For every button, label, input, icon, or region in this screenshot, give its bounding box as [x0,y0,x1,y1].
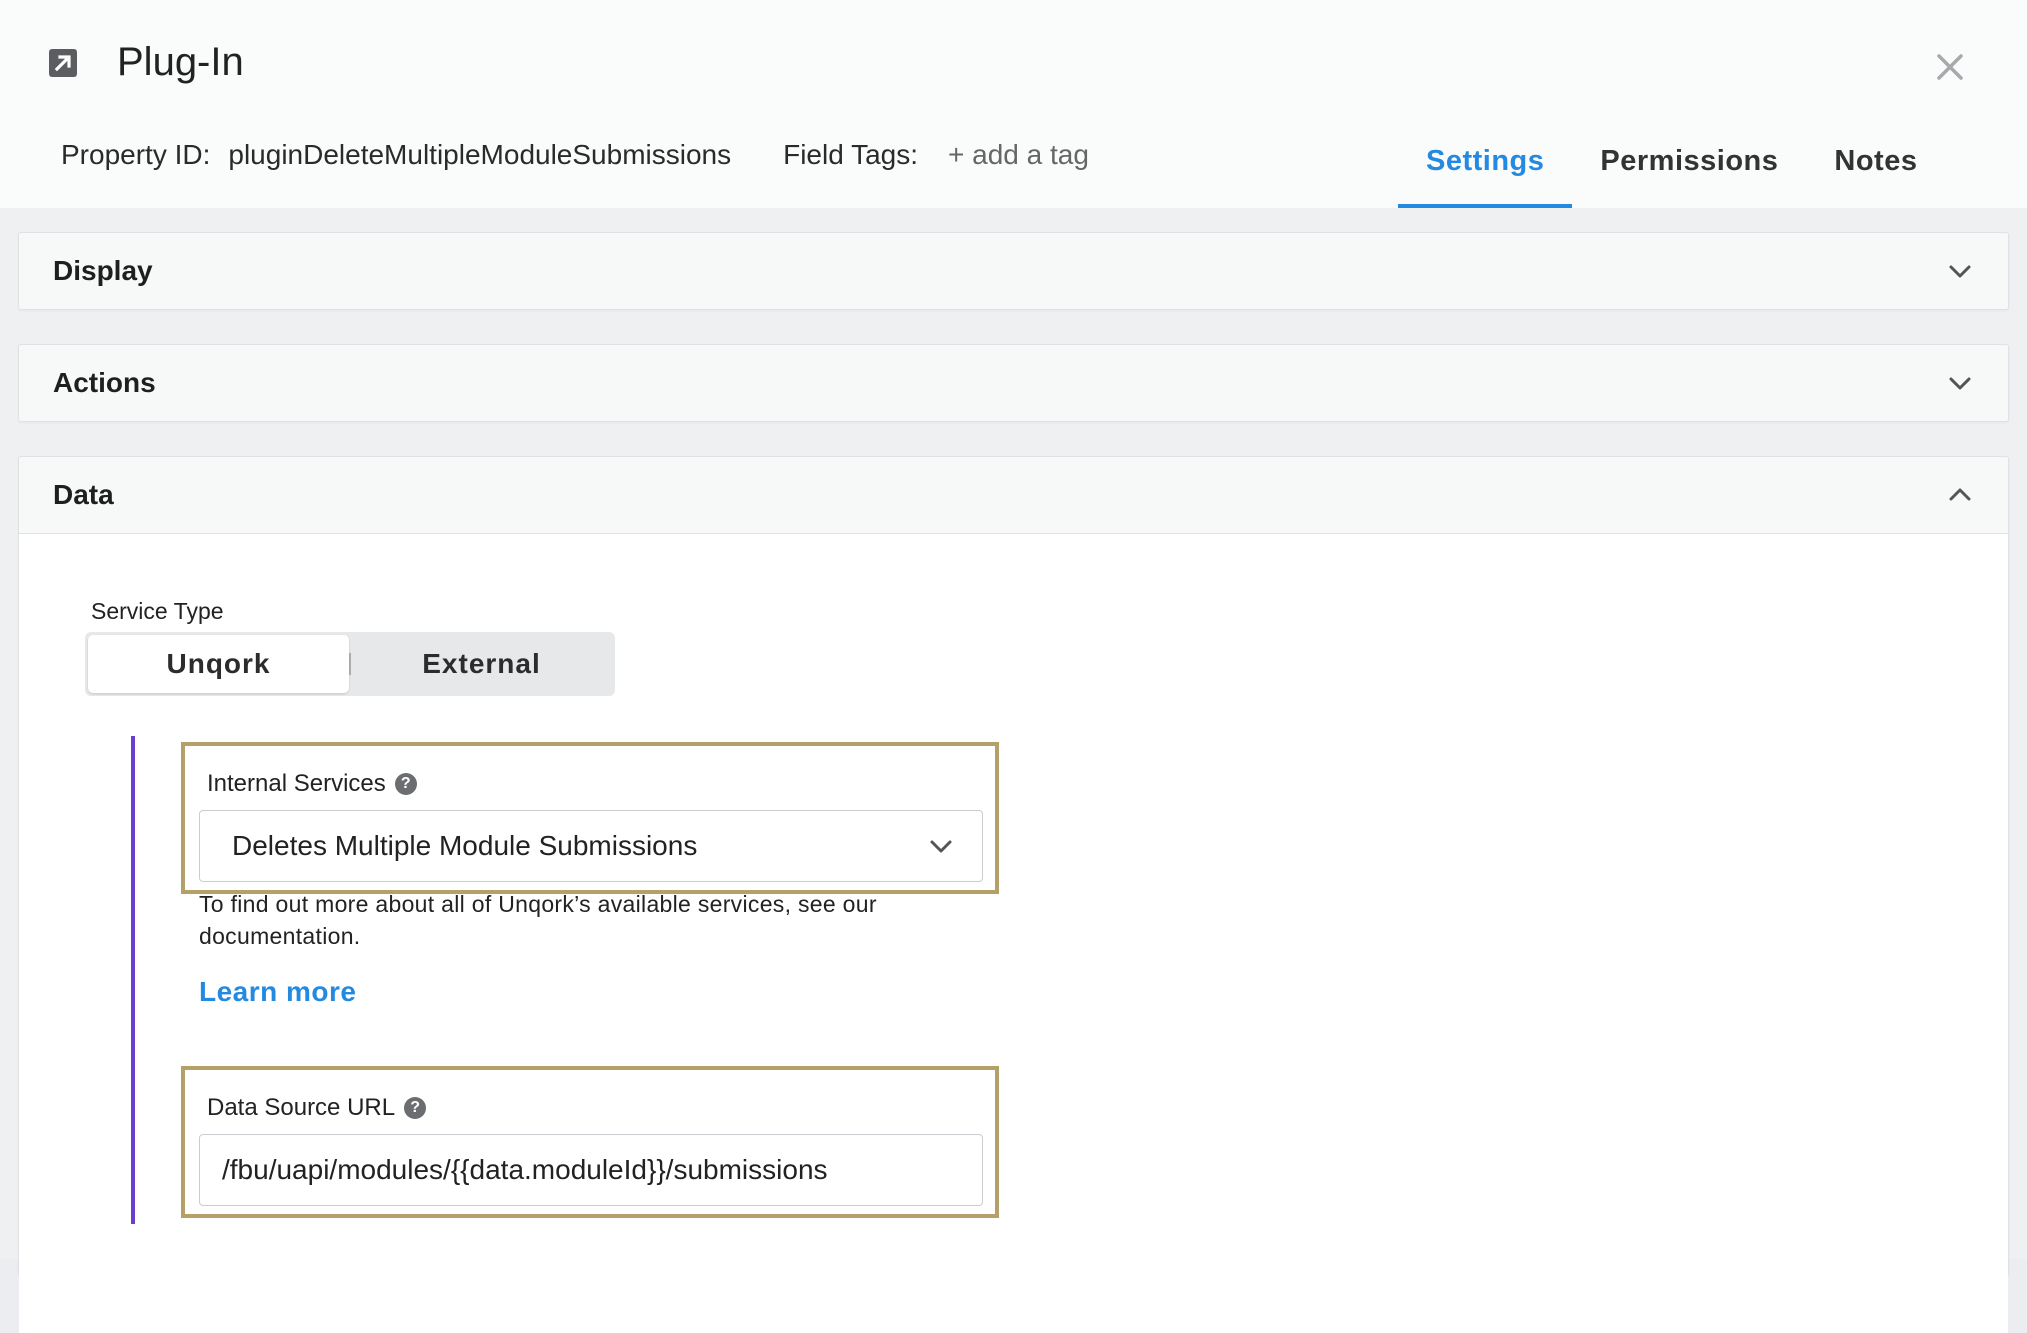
modal-tabs: Settings Permissions Notes [1398,120,1946,208]
chevron-down-icon [1949,265,1971,278]
data-source-url-field: Data Source URL ? [181,1066,999,1218]
internal-services-value: Deletes Multiple Module Submissions [232,830,698,861]
internal-services-label: Internal Services [207,770,386,797]
section-display-title: Display [53,255,153,286]
help-icon[interactable]: ? [394,773,417,795]
section-actions: Actions [18,344,2009,422]
section-data-header[interactable]: Data [19,457,2008,533]
internal-services-label-row: Internal Services ? [207,770,417,798]
internal-services-field: Internal Services ? Deletes Multiple Mod… [181,742,999,894]
add-tag-link[interactable]: + add a tag [948,139,1089,171]
data-source-url-label-row: Data Source URL ? [207,1094,427,1122]
field-tags-label: Field Tags: [783,139,918,170]
section-actions-title: Actions [53,367,156,398]
tab-settings[interactable]: Settings [1398,120,1573,208]
data-source-url-input[interactable] [199,1134,983,1206]
chevron-down-icon [930,840,952,853]
section-data: Data Service Type Unqork External Intern… [18,456,2009,1333]
service-type-unqork-button[interactable]: Unqork [88,635,349,693]
section-actions-header[interactable]: Actions [19,345,2008,421]
learn-more-link[interactable]: Learn more [199,976,357,1008]
section-display: Display [18,232,2009,310]
plugin-settings-modal: Plug-In Property ID: pluginDeleteMultipl… [0,0,2027,1333]
modal-header: Plug-In Property ID: pluginDeleteMultipl… [0,0,2027,208]
tab-permissions[interactable]: Permissions [1572,120,1807,208]
property-row: Property ID: pluginDeleteMultipleModuleS… [61,139,1089,171]
chevron-down-icon [1949,377,1971,390]
modal-title: Plug-In [117,40,244,84]
section-display-header[interactable]: Display [19,233,2008,309]
close-icon[interactable] [1933,50,1967,84]
section-data-body: Service Type Unqork External Internal Se… [19,533,2008,1333]
service-type-label: Service Type [91,598,224,624]
expand-icon[interactable] [49,49,77,77]
service-type-external-button[interactable]: External [351,635,612,693]
property-id-label: Property ID: [61,139,211,170]
service-type-toggle: Unqork External [85,632,615,696]
tab-notes[interactable]: Notes [1806,120,1946,208]
data-source-url-label: Data Source URL [207,1094,396,1121]
section-data-title: Data [53,479,114,510]
internal-services-select[interactable]: Deletes Multiple Module Submissions [199,810,983,882]
services-help-text: To find out more about all of Unqork’s a… [199,891,877,949]
nested-indicator-bar [131,736,135,1224]
property-id-value: pluginDeleteMultipleModuleSubmissions [228,139,732,170]
chevron-up-icon [1949,488,1971,501]
help-icon[interactable]: ? [404,1097,427,1119]
